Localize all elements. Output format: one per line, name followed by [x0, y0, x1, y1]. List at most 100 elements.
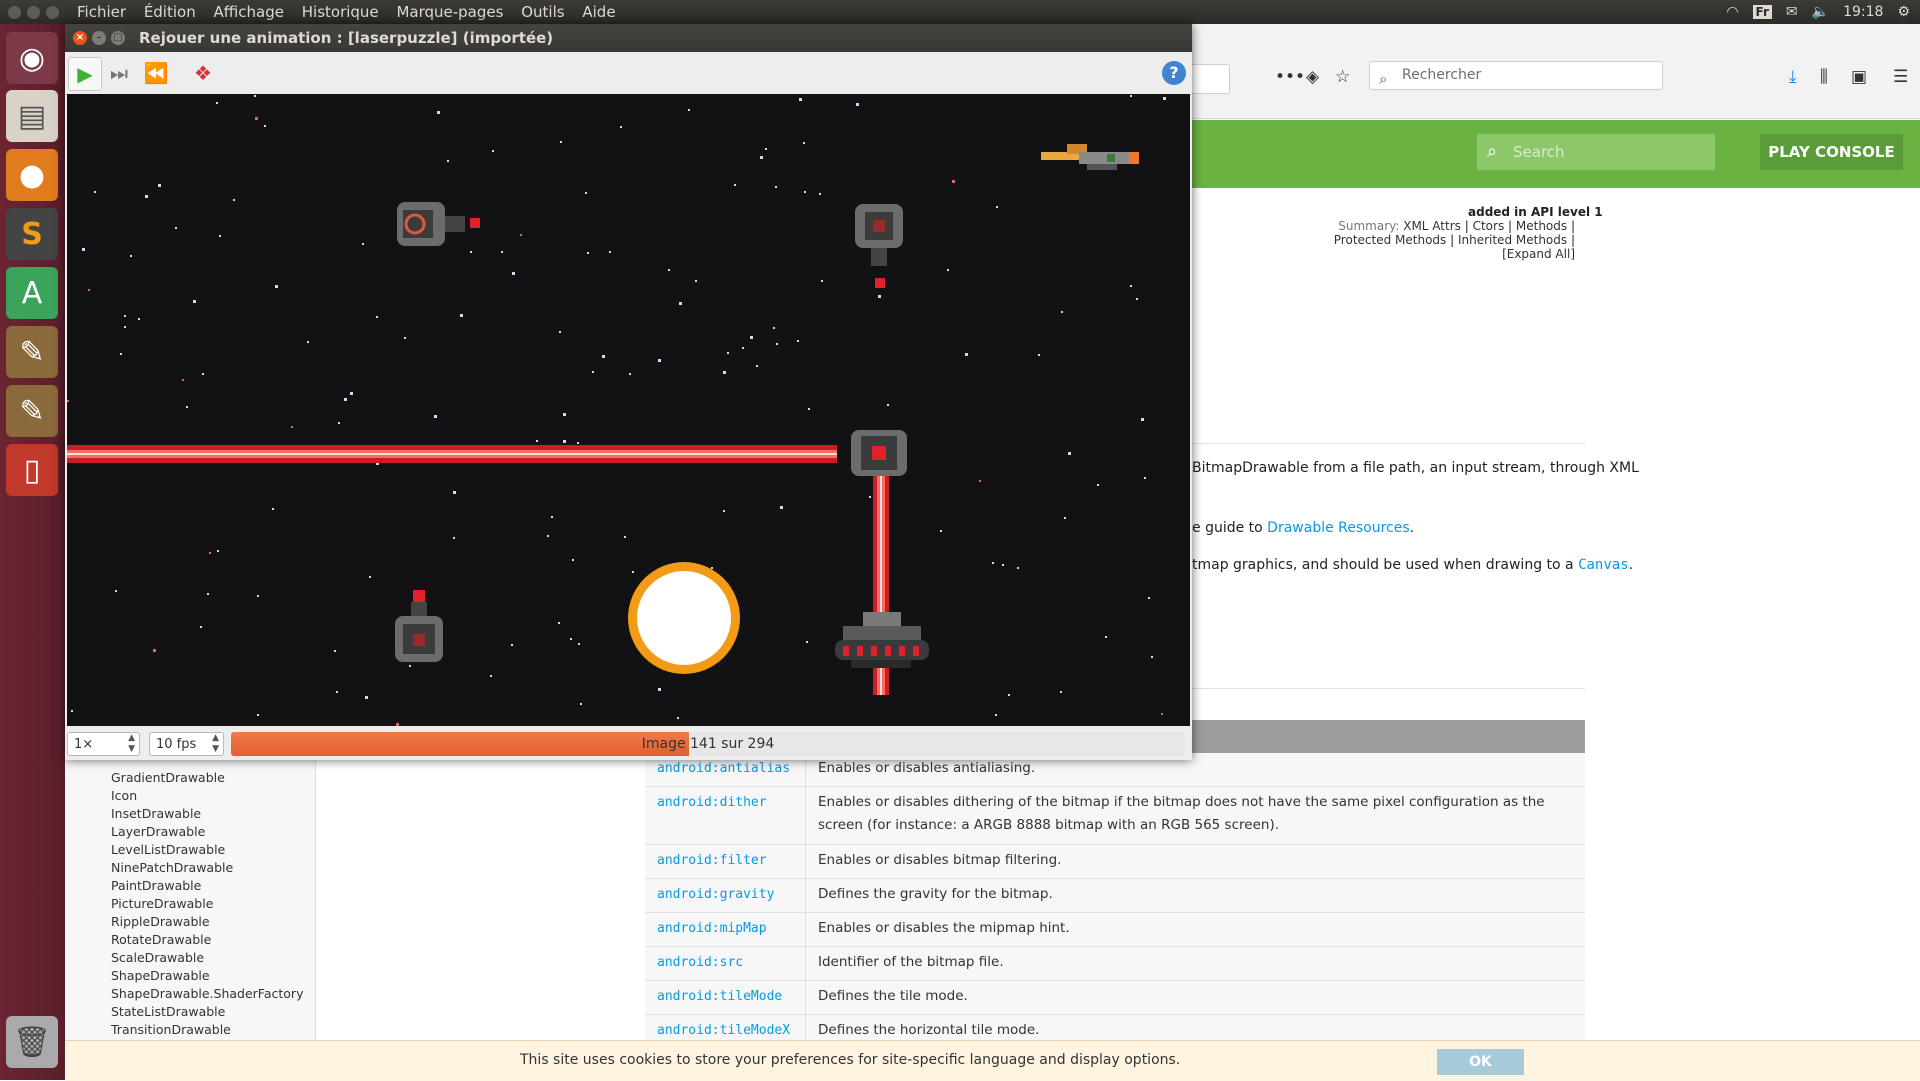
summary-xml-attrs-link[interactable]: XML Attrs — [1403, 219, 1461, 233]
attr-name-link[interactable]: android:mipMap — [657, 921, 767, 936]
attr-name-link[interactable]: android:antialias — [657, 761, 790, 776]
sidebar-nav-item[interactable]: ScaleDrawable — [111, 950, 204, 965]
sidebar-nav-item[interactable]: RippleDrawable — [111, 914, 210, 929]
sidebar-nav-item[interactable]: PaintDrawable — [111, 878, 201, 893]
library-icon[interactable]: ⫼ — [1820, 67, 1828, 87]
star — [819, 193, 821, 195]
fps-select[interactable]: 10 fps ▲ ▼ — [149, 732, 224, 756]
menu-historique[interactable]: Historique — [302, 3, 379, 21]
star — [602, 355, 605, 358]
files-icon[interactable]: ▤ — [6, 90, 58, 142]
star — [264, 125, 266, 127]
play-button[interactable]: ▶ — [68, 57, 102, 91]
volume-icon[interactable]: 🔈 — [1812, 4, 1829, 20]
star — [965, 353, 968, 356]
guide-paragraph: e guide to Drawable Resources. — [1192, 520, 1415, 536]
gimp-icon-2[interactable]: ✎ — [6, 385, 58, 437]
site-search-input[interactable]: ⌕ Search — [1477, 134, 1715, 170]
gear-icon[interactable]: ⚙ — [1897, 4, 1910, 20]
turret-left — [397, 202, 480, 246]
gimp-icon[interactable]: ✎ — [6, 326, 58, 378]
sidebar-nav-item[interactable]: NinePatchDrawable — [111, 860, 233, 875]
pocket-icon[interactable]: ◈ — [1306, 67, 1319, 87]
phone-icon[interactable]: ▯ — [6, 444, 58, 496]
summary-inherited-methods-link[interactable]: Inherited Methods — [1458, 233, 1567, 247]
minimize-icon[interactable]: – — [92, 31, 106, 45]
spinner-arrows-icon: ▲ ▼ — [212, 733, 219, 754]
star — [453, 537, 455, 539]
cookie-ok-button[interactable]: OK — [1437, 1049, 1524, 1075]
summary-ctors-link[interactable]: Ctors — [1473, 219, 1505, 233]
sidebar-nav-item[interactable]: LevelListDrawable — [111, 842, 225, 857]
summary-methods-link[interactable]: Methods — [1516, 219, 1567, 233]
attr-name-link[interactable]: android:tileMode — [657, 989, 782, 1004]
sidebar-nav-item[interactable]: StateListDrawable — [111, 1004, 225, 1019]
rewind-button[interactable]: ⏪ — [140, 57, 172, 89]
maximize-icon[interactable]: □ — [111, 31, 125, 45]
sidebar-nav-item[interactable]: Icon — [111, 788, 137, 803]
summary-expand-all-link[interactable]: [Expand All] — [1502, 247, 1575, 261]
star — [1097, 484, 1099, 486]
menu-marque-pages[interactable]: Marque-pages — [396, 3, 503, 21]
canvas-link[interactable]: Canvas — [1578, 557, 1629, 573]
reader-view-icon[interactable] — [1190, 64, 1230, 94]
play-console-button[interactable]: PLAY CONSOLE — [1760, 134, 1903, 170]
star — [158, 184, 161, 187]
sidebar-nav-item[interactable]: ShapeDrawable.ShaderFactory — [111, 986, 303, 1001]
minimize-icon[interactable] — [27, 5, 40, 19]
star — [765, 148, 767, 150]
star — [138, 318, 140, 320]
menu-affichage[interactable]: Affichage — [214, 3, 284, 21]
menu-edition[interactable]: Édition — [144, 3, 196, 21]
menu-outils[interactable]: Outils — [521, 3, 564, 21]
maximize-icon[interactable] — [46, 5, 59, 19]
clock[interactable]: 19:18 — [1843, 4, 1883, 20]
star — [679, 302, 682, 305]
attr-name-link[interactable]: android:tileModeX — [657, 1023, 790, 1038]
frame-progress-slider[interactable]: Image 141 sur 294 — [231, 732, 1185, 756]
download-icon[interactable]: ⤓ — [1789, 67, 1797, 87]
star — [1130, 95, 1132, 97]
sidebar-nav-item[interactable]: GradientDrawable — [111, 770, 225, 785]
table-row: android:tileMode Defines the tile mode. — [645, 981, 1585, 1015]
launcher: ◉ ▤ ● S A ✎ ✎ ▯ 🗑 — [0, 24, 65, 1080]
zoom-select[interactable]: 1× ▲ ▼ — [67, 732, 140, 756]
more-icon[interactable]: ••• — [1275, 67, 1305, 87]
menu-fichier[interactable]: Fichier — [77, 3, 126, 21]
mail-icon[interactable]: ✉ — [1786, 4, 1798, 20]
summary-protected-methods-link[interactable]: Protected Methods — [1334, 233, 1447, 247]
animation-playback-window: × – □ Rejouer une animation : [laserpuzz… — [65, 24, 1192, 760]
sidebar-nav-item[interactable]: ShapeDrawable — [111, 968, 210, 983]
android-studio-icon[interactable]: A — [6, 267, 58, 319]
keyboard-layout-indicator[interactable]: Fr — [1752, 5, 1772, 19]
sidebar-nav-item[interactable]: InsetDrawable — [111, 806, 201, 821]
bookmark-star-icon[interactable]: ☆ — [1335, 67, 1350, 87]
window-titlebar[interactable]: × – □ Rejouer une animation : [laserpuzz… — [65, 24, 1192, 52]
detach-button[interactable]: ❖ — [187, 57, 219, 89]
help-icon[interactable]: ? — [1162, 61, 1186, 85]
star — [547, 535, 549, 537]
hamburger-menu-icon[interactable]: ☰ — [1893, 67, 1908, 87]
sidebar-icon[interactable]: ▣ — [1851, 67, 1867, 87]
close-icon[interactable] — [8, 5, 21, 19]
ubuntu-home-icon[interactable]: ◉ — [6, 32, 58, 84]
sidebar-nav-item[interactable]: TransitionDrawable — [111, 1022, 231, 1037]
sidebar-nav-item[interactable]: PictureDrawable — [111, 896, 213, 911]
attr-name-link[interactable]: android:dither — [657, 795, 767, 810]
attr-name-link[interactable]: android:src — [657, 955, 743, 970]
attr-name-link[interactable]: android:gravity — [657, 887, 774, 902]
star — [1060, 691, 1062, 693]
firefox-icon[interactable]: ● — [6, 149, 58, 201]
wifi-icon[interactable]: ◠ — [1726, 4, 1738, 20]
menu-aide[interactable]: Aide — [582, 3, 615, 21]
close-icon[interactable]: × — [73, 31, 87, 45]
trash-icon[interactable]: 🗑 — [6, 1016, 58, 1068]
sidebar-nav-item[interactable]: LayerDrawable — [111, 824, 205, 839]
attr-name-link[interactable]: android:filter — [657, 853, 767, 868]
window-controls[interactable] — [8, 5, 59, 19]
browser-search-input[interactable]: ⌕ Rechercher — [1369, 61, 1663, 90]
step-forward-button[interactable]: ⏭ — [103, 57, 135, 89]
sidebar-nav-item[interactable]: RotateDrawable — [111, 932, 211, 947]
sublime-text-icon[interactable]: S — [6, 208, 58, 260]
drawable-resources-link[interactable]: Drawable Resources — [1267, 520, 1409, 536]
